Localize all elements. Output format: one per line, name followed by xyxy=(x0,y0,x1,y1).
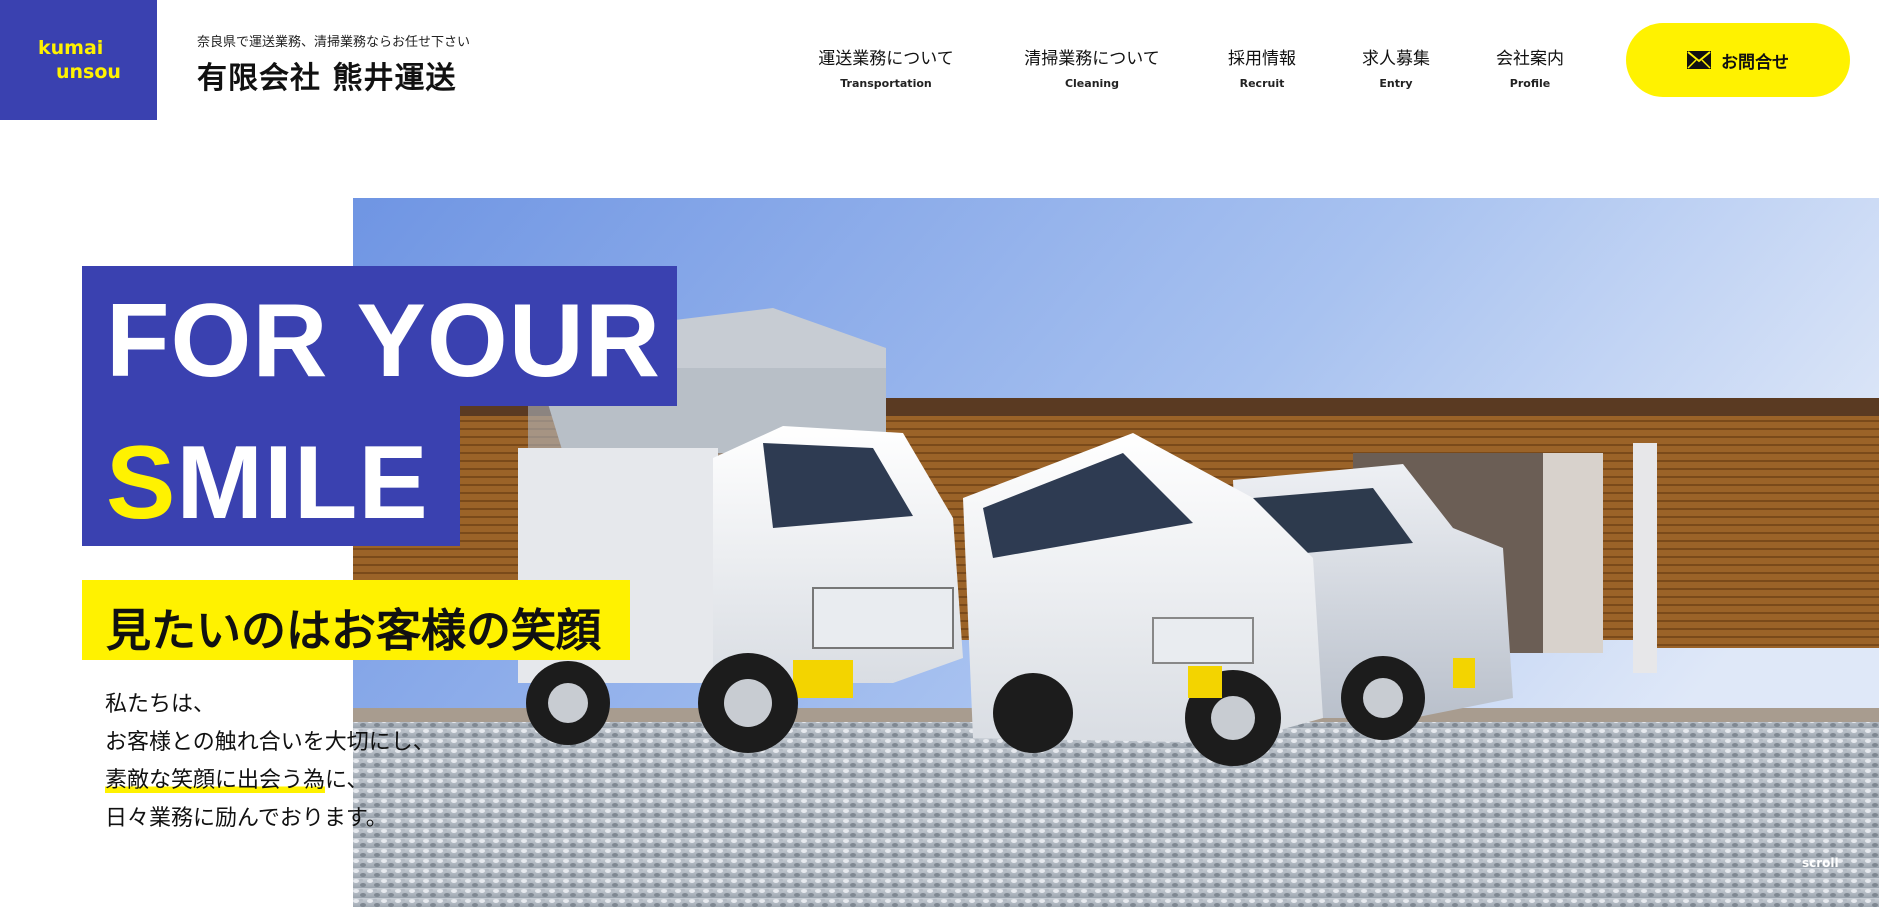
highlighted-phrase: 素敵な笑顔に出会う為 xyxy=(105,768,326,793)
mail-icon xyxy=(1687,51,1711,69)
hero-body-text: 私たちは、 お客様との触れ合いを大切にし、 素敵な笑顔に出会う為に、 日々業務に… xyxy=(105,692,435,831)
headline-rest: MILE xyxy=(176,425,429,541)
headline-accent-letter: S xyxy=(106,425,177,541)
nav-item-transportation[interactable]: 運送業務について Transportation xyxy=(818,44,954,90)
contact-button[interactable]: お問合せ xyxy=(1626,23,1850,97)
hero-headline-line1: FOR YOUR xyxy=(82,266,677,406)
nav-item-entry[interactable]: 求人募集 Entry xyxy=(1362,44,1430,90)
nav-item-recruit[interactable]: 採用情報 Recruit xyxy=(1228,44,1296,90)
nav-item-cleaning[interactable]: 清掃業務について Cleaning xyxy=(1024,44,1160,90)
hero-headline-line2: SMILE xyxy=(82,406,460,546)
hero-catchphrase: 見たいのはお客様の笑顔 xyxy=(82,580,630,660)
scroll-indicator[interactable]: scroll xyxy=(1802,856,1839,870)
global-nav: 運送業務について Transportation 清掃業務について Cleanin… xyxy=(0,44,1879,94)
nav-item-profile[interactable]: 会社案内 Profile xyxy=(1496,44,1564,90)
